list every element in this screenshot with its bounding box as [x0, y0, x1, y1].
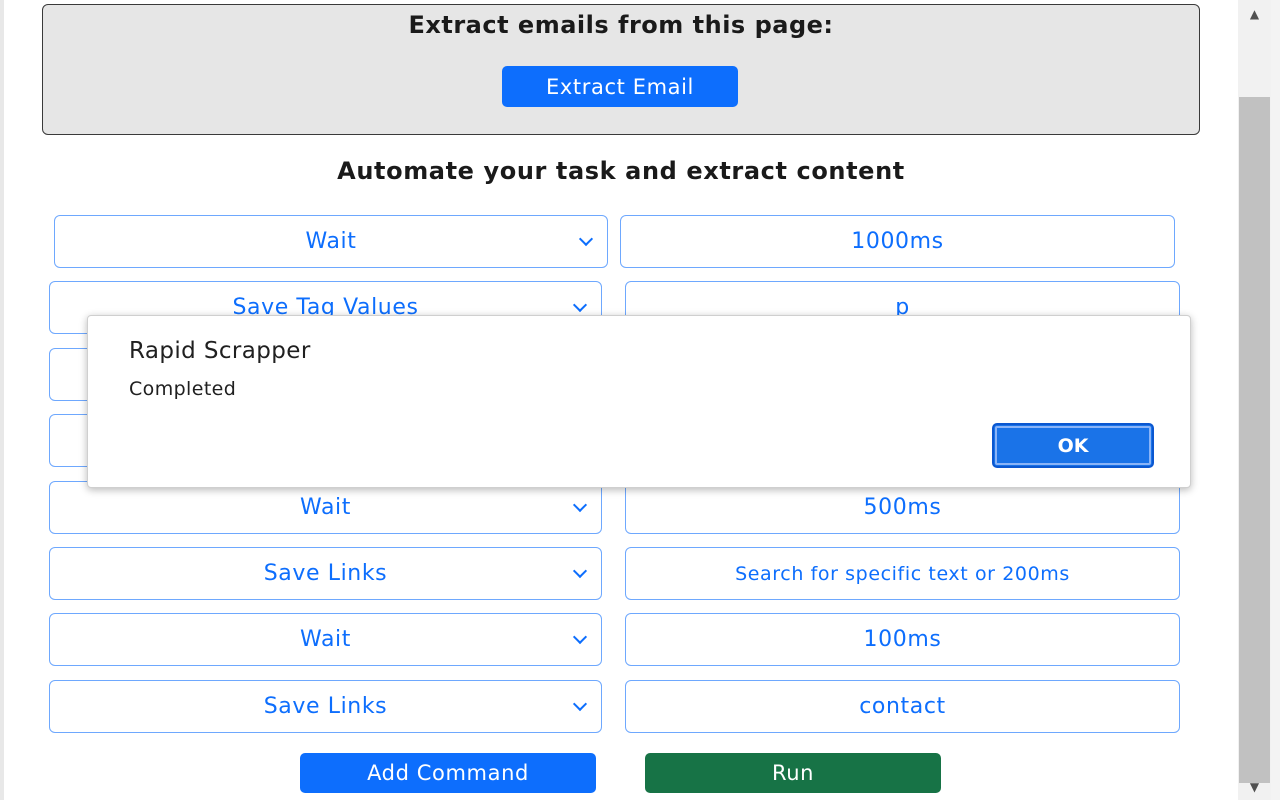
command-select[interactable]: Wait — [54, 215, 608, 268]
command-value-input[interactable]: 100ms — [625, 613, 1180, 666]
command-select-value: Save Links — [263, 694, 388, 719]
extract-email-button[interactable]: Extract Email — [502, 66, 738, 107]
command-select-value: Wait — [300, 495, 351, 520]
command-value-input[interactable]: 1000ms — [620, 215, 1175, 268]
chevron-down-icon — [572, 497, 588, 512]
scroll-thumb[interactable] — [1239, 97, 1270, 783]
command-value-text: Search for specific text or 200ms — [735, 562, 1070, 585]
background-page-edge-right — [1271, 0, 1280, 800]
command-value-text: contact — [859, 694, 946, 719]
chevron-down-icon — [572, 696, 588, 711]
command-value-input[interactable]: Search for specific text or 200ms — [625, 547, 1180, 600]
command-select[interactable]: Wait — [49, 613, 602, 666]
command-value-text: 1000ms — [851, 229, 944, 254]
command-select-value: Wait — [300, 627, 351, 652]
command-value-input[interactable]: 500ms — [625, 481, 1180, 534]
add-command-button[interactable]: Add Command — [300, 753, 596, 793]
chevron-down-icon — [578, 231, 594, 246]
chevron-down-icon — [572, 629, 588, 644]
run-button[interactable]: Run — [645, 753, 941, 793]
automation-title: Automate your task and extract content — [337, 157, 905, 185]
dialog-message: Completed — [129, 378, 237, 400]
command-value-text: 500ms — [863, 495, 942, 520]
scroll-up-icon[interactable]: ▲ — [1238, 4, 1271, 24]
alert-dialog: Rapid Scrapper Completed OK — [87, 315, 1191, 488]
command-value-input[interactable]: contact — [625, 680, 1180, 733]
dialog-title: Rapid Scrapper — [129, 338, 311, 364]
chevron-down-icon — [572, 563, 588, 578]
email-extract-section: Extract emails from this page: Extract E… — [42, 4, 1200, 135]
command-select-value: Wait — [305, 229, 357, 254]
chevron-down-icon — [572, 297, 588, 312]
command-select-value: Save Links — [263, 561, 388, 586]
command-select[interactable]: Wait — [49, 481, 602, 534]
command-select[interactable]: Save Links — [49, 547, 602, 600]
command-value-text: 100ms — [863, 627, 942, 652]
email-section-title: Extract emails from this page: — [408, 11, 834, 39]
vertical-scrollbar[interactable]: ▲ ▼ — [1238, 0, 1271, 800]
ok-button[interactable]: OK — [992, 423, 1154, 468]
command-select[interactable]: Save Links — [49, 680, 602, 733]
scroll-down-icon[interactable]: ▼ — [1238, 777, 1271, 797]
